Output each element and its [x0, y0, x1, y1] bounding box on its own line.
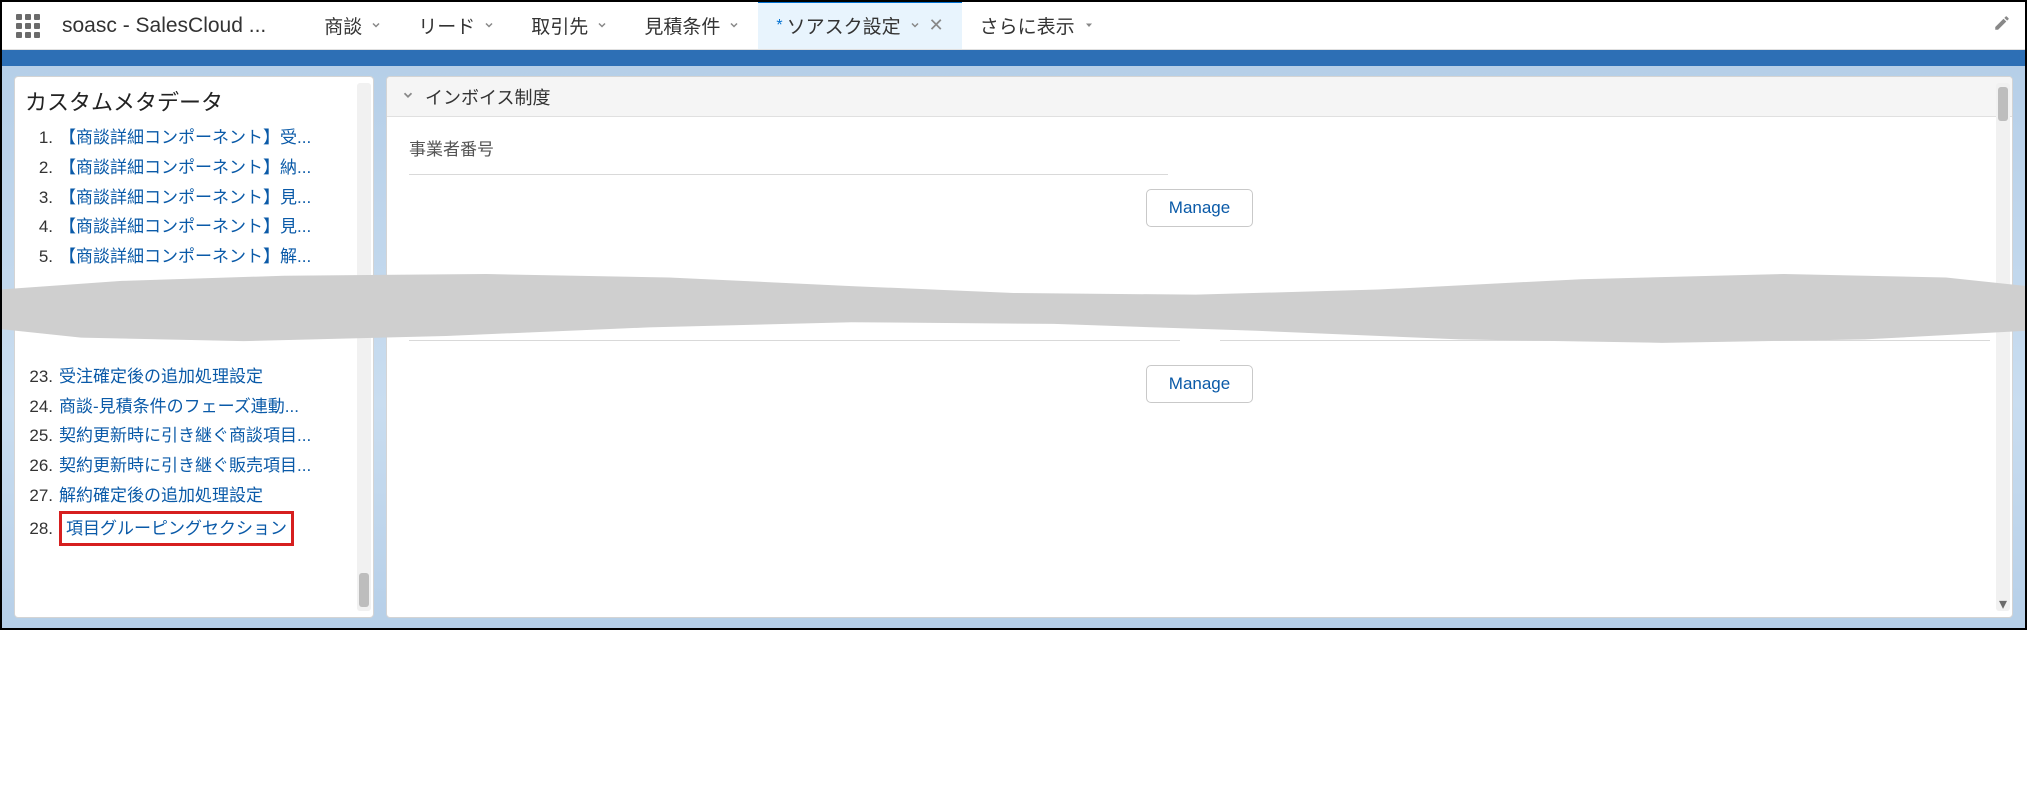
section-title: インボイス制度 [425, 84, 550, 110]
sidebar-scrollbar[interactable] [357, 83, 371, 611]
sidebar-link[interactable]: 契約更新時に引き継ぐ販売項目... [59, 451, 311, 481]
sidebar-link[interactable]: 商談-見積条件のフェーズ連動... [59, 392, 299, 422]
nav-item-soasc-settings[interactable]: * ソアスク設定 ✕ [758, 2, 961, 49]
sidebar-item: 27.解約確定後の追加処理設定 [25, 481, 363, 511]
unsaved-indicator-icon: * [776, 17, 782, 35]
section-body-invoice: 事業者番号 Manage [387, 117, 2012, 253]
sidebar-link[interactable]: 【商談詳細コンポーネント】見... [59, 212, 311, 242]
sidebar-item: 4.【商談詳細コンポーネント】見... [25, 212, 363, 242]
sidebar-link[interactable]: 【商談詳細コンポーネント】解... [59, 242, 311, 272]
chevron-down-icon[interactable] [909, 15, 921, 37]
nav-item-more[interactable]: さらに表示 [962, 2, 1113, 49]
main-scrollbar[interactable]: ▾ [1996, 83, 2010, 611]
nav-item-account[interactable]: 取引先 [513, 2, 626, 49]
nav-item-label: さらに表示 [980, 12, 1075, 39]
field-label-business-number: 事業者番号 [409, 135, 1990, 160]
field-label-phase-order: 商談フェーズ（受注確定） [409, 301, 1180, 326]
field-label-phase-cancel: 商談フェーズ（解約確定） [1220, 301, 1991, 326]
chevron-down-icon [401, 86, 415, 107]
sidebar-link[interactable]: 【商談詳細コンポーネント】見... [59, 183, 311, 213]
nav-item-lead[interactable]: リード [400, 2, 513, 49]
app-title: soasc - SalesCloud ... [62, 14, 266, 38]
sidebar-item: 23.受注確定後の追加処理設定 [25, 362, 363, 392]
nav-item-label: リード [418, 12, 475, 39]
global-nav: soasc - SalesCloud ... 商談 リード 取引先 見積条件 *… [2, 2, 2025, 50]
sidebar-item-highlighted: 28.項目グルーピングセクション [25, 511, 363, 547]
sidebar-list-continued: 23.受注確定後の追加処理設定 24.商談-見積条件のフェーズ連動... 25.… [25, 362, 363, 547]
sidebar-title: カスタムメタデータ [25, 85, 363, 117]
sidebar-link[interactable]: 項目グルーピングセクション [59, 511, 294, 547]
field-underline [409, 340, 1180, 341]
scroll-down-icon[interactable]: ▾ [1996, 597, 2010, 611]
app-launcher-icon[interactable] [16, 14, 40, 38]
sidebar-item: 25.契約更新時に引き継ぐ商談項目... [25, 421, 363, 451]
field-underline [409, 174, 1168, 175]
brand-band [2, 50, 2025, 66]
section-header-invoice[interactable]: インボイス制度 [387, 77, 2012, 117]
chevron-down-icon[interactable] [1083, 15, 1095, 37]
chevron-down-icon[interactable] [370, 15, 382, 37]
sidebar-list: 1.【商談詳細コンポーネント】受... 2.【商談詳細コンポーネント】納... … [25, 123, 363, 272]
sidebar-item: 26.契約更新時に引き継ぐ販売項目... [25, 451, 363, 481]
sidebar-item: 2.【商談詳細コンポーネント】納... [25, 153, 363, 183]
sidebar-panel: カスタムメタデータ 1.【商談詳細コンポーネント】受... 2.【商談詳細コンポ… [14, 76, 374, 618]
sidebar-item: 5.【商談詳細コンポーネント】解... [25, 242, 363, 272]
nav-item-label: 取引先 [531, 12, 588, 39]
main-panel: インボイス制度 事業者番号 Manage 商談フェーズ（受注確定） [386, 76, 2013, 618]
sidebar-link[interactable]: 契約更新時に引き継ぐ商談項目... [59, 421, 311, 451]
manage-button[interactable]: Manage [1146, 189, 1253, 227]
sidebar-link[interactable]: 解約確定後の追加処理設定 [59, 481, 263, 511]
nav-item-opportunity[interactable]: 商談 [306, 2, 400, 49]
scrollbar-thumb[interactable] [1998, 87, 2008, 121]
sidebar-item: 24.商談-見積条件のフェーズ連動... [25, 392, 363, 422]
chevron-down-icon[interactable] [483, 15, 495, 37]
nav-item-label: ソアスク設定 [787, 12, 901, 39]
nav-item-label: 商談 [324, 12, 362, 39]
sidebar-link[interactable]: 受注確定後の追加処理設定 [59, 362, 263, 392]
chevron-down-icon[interactable] [596, 15, 608, 37]
scrollbar-thumb[interactable] [359, 573, 369, 607]
sidebar-item: 1.【商談詳細コンポーネント】受... [25, 123, 363, 153]
nav-item-quote-conditions[interactable]: 見積条件 [626, 2, 758, 49]
sidebar-item: 3.【商談詳細コンポーネント】見... [25, 183, 363, 213]
edit-pencil-icon[interactable] [1993, 14, 2011, 38]
sidebar-link[interactable]: 【商談詳細コンポーネント】納... [59, 153, 311, 183]
nav-item-label: 見積条件 [644, 12, 720, 39]
section-body-phase: 商談フェーズ（受注確定） 商談フェーズ（解約確定） Manage [387, 283, 2012, 429]
sidebar-link[interactable]: 【商談詳細コンポーネント】受... [59, 123, 311, 153]
chevron-down-icon[interactable] [728, 15, 740, 37]
close-tab-icon[interactable]: ✕ [929, 15, 944, 36]
field-underline [1220, 340, 1991, 341]
manage-button[interactable]: Manage [1146, 365, 1253, 403]
nav-items: 商談 リード 取引先 見積条件 * ソアスク設定 ✕ さら [306, 2, 1112, 49]
